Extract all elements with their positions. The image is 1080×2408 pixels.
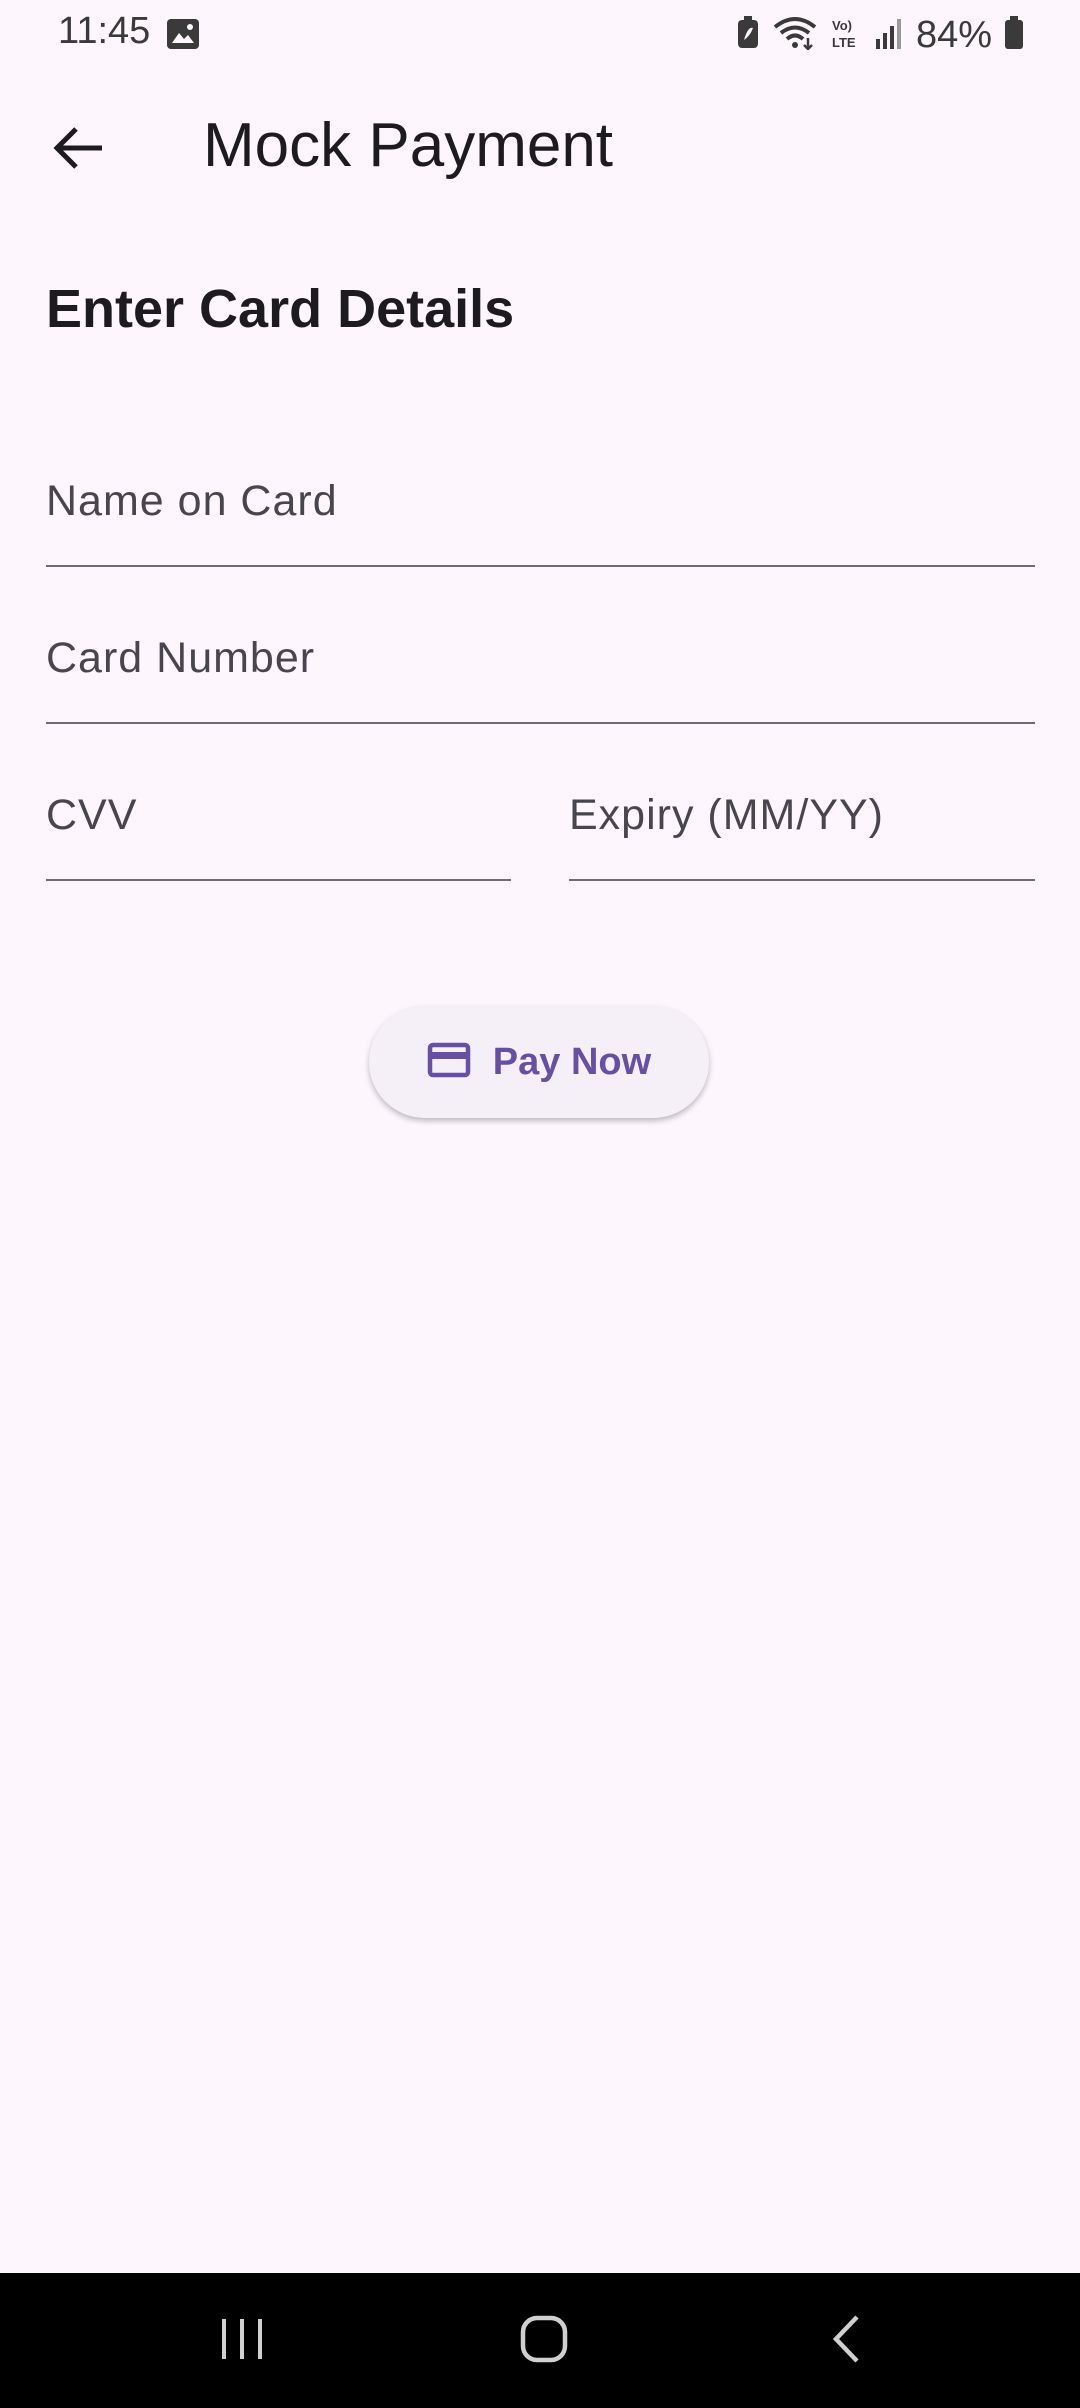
- navigation-bar: [0, 2273, 1080, 2408]
- image-icon: [166, 18, 200, 50]
- status-time: 11:45: [58, 10, 151, 52]
- recent-apps-button[interactable]: [182, 2303, 302, 2379]
- back-button[interactable]: [38, 110, 118, 190]
- pay-now-button[interactable]: Pay Now: [369, 1006, 709, 1118]
- expiry-input[interactable]: [569, 779, 1039, 881]
- recent-apps-icon: [219, 2317, 265, 2366]
- svg-text:LTE: LTE: [832, 35, 856, 50]
- cvv-input[interactable]: [46, 779, 515, 881]
- signal-icon: [874, 17, 904, 54]
- name-on-card-input[interactable]: [46, 465, 1039, 567]
- battery-icon: [1004, 15, 1024, 55]
- status-bar: 11:45 Vo) LTE 84%: [0, 0, 1080, 72]
- wifi-icon: [772, 16, 818, 55]
- back-icon: [830, 2314, 862, 2369]
- volte-icon: Vo) LTE: [830, 16, 862, 55]
- status-icons: Vo) LTE 84%: [736, 10, 1024, 60]
- name-on-card-field[interactable]: Name on Card: [46, 465, 1039, 567]
- card-number-field[interactable]: Card Number: [46, 622, 1039, 724]
- app-title: Mock Payment: [203, 111, 614, 180]
- credit-card-icon: [427, 1042, 471, 1083]
- home-icon: [520, 2315, 568, 2368]
- svg-text:Vo): Vo): [832, 18, 852, 33]
- arrow-back-icon: [52, 126, 104, 175]
- expiry-field[interactable]: Expiry (MM/YY): [569, 779, 1039, 881]
- system-back-button[interactable]: [786, 2303, 906, 2379]
- card-number-input[interactable]: [46, 622, 1039, 724]
- pay-now-label: Pay Now: [492, 1040, 652, 1083]
- form-heading: Enter Card Details: [46, 279, 515, 339]
- cvv-field[interactable]: CVV: [46, 779, 515, 881]
- battery-saver-icon: [736, 15, 760, 55]
- battery-percent: 84%: [915, 13, 992, 56]
- app-bar: Mock Payment: [0, 72, 1080, 222]
- home-button[interactable]: [484, 2303, 604, 2379]
- screen: 11:45 Vo) LTE 84% Mock Payment Enter Car…: [0, 0, 1080, 2408]
